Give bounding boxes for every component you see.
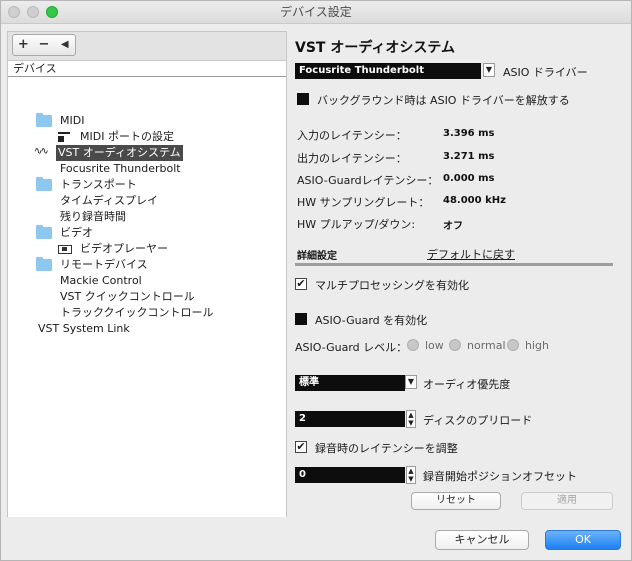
apply-button[interactable]: 適用: [521, 492, 613, 510]
level-normal-label: normal: [467, 339, 506, 352]
device-settings-window: デバイス設定 + − ◀ デバイス MIDI MIDI ポートの設定 VST オ…: [0, 0, 632, 561]
tree-item-label: タイムディスプレイ: [60, 194, 159, 207]
tree-item-transport[interactable]: トランスポート: [36, 177, 139, 193]
release-driver-checkbox[interactable]: [297, 93, 309, 105]
tree-item-label: Focusrite Thunderbolt: [60, 162, 181, 175]
advanced-settings-label: 詳細設定: [297, 251, 337, 262]
tree-item-label: VST System Link: [38, 322, 130, 335]
folder-icon: [36, 225, 52, 239]
tree-item-label: VST クイックコントロール: [60, 290, 195, 303]
sample-rate-label: HW サンプリングレート：: [297, 196, 430, 209]
remove-device-button[interactable]: −: [34, 35, 55, 55]
vst-audio-system-panel: VST オーディオシステム Focusrite Thunderbolt ▼ AS…: [291, 31, 627, 517]
input-latency-label: 入力のレイテンシー：: [297, 129, 407, 142]
tree-item-label: リモートデバイス: [60, 258, 148, 271]
reset-device-button[interactable]: ◀: [54, 35, 75, 55]
level-low-radio[interactable]: [407, 339, 419, 351]
sample-rate-value: 48.000 kHz: [443, 195, 506, 206]
tree-item-label: MIDI: [60, 114, 85, 127]
asio-guard-latency-value: 0.000 ms: [443, 173, 495, 184]
device-list-panel: + − ◀ デバイス MIDI MIDI ポートの設定 VST オーディオシステ…: [7, 31, 287, 517]
tree-item-label: VST オーディオシステム: [56, 145, 183, 161]
tree-item-remaining-record-time[interactable]: 残り録音時間: [58, 209, 128, 225]
stepper-icon[interactable]: ▲ ▼: [406, 410, 416, 428]
asio-guard-enable-label: ASIO-Guard を有効化: [315, 314, 428, 327]
level-high-radio[interactable]: [507, 339, 519, 351]
tree-item-label: トランスポート: [60, 178, 137, 191]
tree-item-mackie-control[interactable]: Mackie Control: [58, 273, 144, 289]
tree-item-midi-port-settings[interactable]: MIDI ポートの設定: [58, 129, 176, 145]
add-device-button[interactable]: +: [13, 35, 34, 55]
asio-guard-level-label: ASIO-Guard レベル：: [295, 341, 408, 354]
disk-preload-field[interactable]: 2: [295, 411, 405, 427]
midi-port-icon: [58, 131, 72, 143]
audio-priority-select[interactable]: 標準: [295, 375, 405, 391]
tree-item-focusrite[interactable]: Focusrite Thunderbolt: [58, 161, 183, 177]
stepper-icon[interactable]: ▲ ▼: [406, 466, 416, 484]
asio-driver-label: ASIO ドライバー: [503, 66, 588, 79]
release-driver-label: バックグラウンド時は ASIO ドライバーを解放する: [317, 94, 570, 107]
tree-item-track-quick-controls[interactable]: トラッククイックコントロール: [58, 305, 216, 321]
level-normal-radio[interactable]: [449, 339, 461, 351]
section-divider: [295, 263, 613, 266]
input-latency-value: 3.396 ms: [443, 128, 495, 139]
asio-driver-select[interactable]: Focusrite Thunderbolt: [295, 63, 481, 79]
close-window-icon[interactable]: [8, 6, 20, 18]
multiprocessing-label: マルチプロセッシングを有効化: [315, 279, 469, 292]
minimize-window-icon[interactable]: [27, 6, 39, 18]
reset-button[interactable]: リセット: [411, 492, 501, 510]
panel-title: VST オーディオシステム: [295, 40, 455, 56]
device-tree-header: デバイス: [8, 61, 286, 77]
zoom-window-icon[interactable]: [46, 6, 58, 18]
tree-item-vst-system-link[interactable]: VST System Link: [36, 321, 132, 337]
folder-icon: [36, 177, 52, 191]
restore-defaults-link[interactable]: デフォルトに戻す: [427, 246, 515, 262]
tree-item-midi[interactable]: MIDI: [36, 113, 86, 129]
device-tree: デバイス MIDI MIDI ポートの設定 VST オーディオシステム Focu…: [8, 60, 286, 517]
cancel-button[interactable]: キャンセル: [435, 530, 529, 550]
audio-priority-label: オーディオ優先度: [423, 378, 511, 391]
folder-icon: [36, 113, 52, 127]
tree-item-label: トラッククイックコントロール: [60, 306, 214, 319]
record-offset-field[interactable]: 0: [295, 467, 405, 483]
tree-item-vst-quick-controls[interactable]: VST クイックコントロール: [58, 289, 197, 305]
asio-guard-checkbox[interactable]: [295, 313, 307, 325]
disk-preload-label: ディスクのプリロード: [423, 414, 533, 427]
tree-item-time-display[interactable]: タイムディスプレイ: [58, 193, 160, 209]
tree-item-video[interactable]: ビデオ: [36, 225, 95, 241]
level-high-label: high: [525, 339, 549, 352]
dialog-footer: キャンセル OK: [1, 521, 631, 560]
adjust-latency-label: 録音時のレイテンシーを調整: [315, 442, 458, 455]
title-bar: デバイス設定: [1, 1, 631, 24]
tree-item-label: ビデオプレーヤー: [80, 242, 168, 255]
chevron-down-icon[interactable]: ▼: [483, 63, 495, 77]
window-title: デバイス設定: [280, 5, 352, 19]
tree-item-label: 残り録音時間: [60, 210, 126, 223]
tree-item-label: ビデオ: [60, 226, 93, 239]
chevron-down-icon[interactable]: ▼: [405, 375, 417, 389]
level-low-label: low: [425, 339, 444, 352]
pullup-label: HW プルアップ/ダウン:: [297, 218, 416, 231]
audio-wave-icon: [34, 144, 50, 160]
video-player-icon: [58, 245, 72, 254]
asio-guard-latency-label: ASIO-Guardレイテンシー：: [297, 174, 439, 187]
folder-icon: [36, 257, 52, 271]
output-latency-label: 出力のレイテンシー：: [297, 152, 407, 165]
tree-item-vst-audio-system[interactable]: VST オーディオシステム: [34, 144, 183, 161]
multiprocessing-checkbox[interactable]: ✔: [295, 278, 307, 290]
record-offset-label: 録音開始ポジションオフセット: [423, 470, 577, 483]
tree-item-video-player[interactable]: ビデオプレーヤー: [58, 241, 170, 257]
output-latency-value: 3.271 ms: [443, 151, 495, 162]
pullup-value: オフ: [443, 221, 463, 232]
tree-item-label: Mackie Control: [60, 274, 142, 287]
ok-button[interactable]: OK: [545, 530, 621, 550]
adjust-latency-checkbox[interactable]: ✔: [295, 441, 307, 453]
tree-item-label: MIDI ポートの設定: [80, 130, 174, 143]
tree-item-remote-devices[interactable]: リモートデバイス: [36, 257, 150, 273]
device-toolbar: + − ◀: [12, 34, 76, 56]
